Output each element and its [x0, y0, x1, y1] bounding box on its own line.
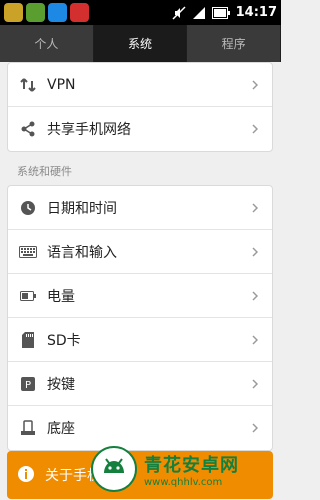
brand-logo-icon — [91, 446, 137, 492]
share-icon — [17, 118, 39, 140]
chevron-right-icon — [250, 422, 260, 434]
list-item-buttons[interactable]: P 按键 — [8, 362, 272, 406]
keyboard-icon — [17, 241, 39, 263]
chevron-right-icon — [250, 378, 260, 390]
svg-text:P: P — [25, 380, 31, 391]
sdcard-icon — [17, 329, 39, 351]
list-item-label: 日期和时间 — [47, 200, 117, 217]
watermark-text: 青花安卓网 www.qhhlv.com — [144, 451, 239, 488]
network-card: VPN 共享手机网络 — [7, 62, 273, 152]
list-item-label: 电量 — [47, 288, 75, 305]
mute-icon — [172, 5, 186, 20]
list-item-language-input[interactable]: 语言和输入 — [8, 230, 272, 274]
section-header: 系统和硬件 — [17, 165, 72, 178]
chevron-right-icon — [250, 202, 260, 214]
chevron-right-icon — [250, 290, 260, 302]
app-notification-icon — [26, 3, 45, 22]
list-item-label: VPN — [47, 76, 76, 93]
status-indicators: 14:17 — [172, 0, 277, 25]
key-icon: P — [17, 373, 39, 395]
signal-icon — [192, 6, 205, 19]
list-item-date-time[interactable]: 日期和时间 — [8, 186, 272, 230]
list-item-battery[interactable]: 电量 — [8, 274, 272, 318]
list-item-vpn[interactable]: VPN — [8, 63, 272, 107]
info-icon — [17, 465, 37, 485]
clock-icon — [17, 197, 39, 219]
chevron-right-icon — [250, 123, 260, 135]
tab-personal[interactable]: 个人 — [0, 25, 94, 62]
watermark-title: 青花安卓网 — [144, 454, 239, 476]
clock-time: 14:17 — [235, 5, 277, 20]
vpn-icon — [17, 74, 39, 96]
chevron-right-icon — [250, 246, 260, 258]
app-notification-icon — [70, 3, 89, 22]
list-item-label: 语言和输入 — [47, 244, 117, 261]
system-hardware-card: 日期和时间 语言和输入 电量 SD卡 P 按键 底座 — [7, 185, 273, 451]
battery-icon — [17, 285, 39, 307]
list-item-label: SD卡 — [47, 332, 81, 349]
app-notification-icon — [4, 3, 23, 22]
list-item-tethering[interactable]: 共享手机网络 — [8, 107, 272, 151]
list-item-label: 共享手机网络 — [47, 122, 131, 138]
dock-icon — [17, 417, 39, 439]
chevron-right-icon — [250, 334, 260, 346]
notification-icons — [4, 3, 89, 22]
settings-list: VPN 共享手机网络 系统和硬件 日期和时间 语言和输入 电量 SD卡 P 按键… — [0, 62, 281, 500]
status-bar: 14:17 — [0, 0, 281, 25]
tab-bar: 个人 系统 程序 — [0, 25, 282, 62]
chevron-right-icon — [250, 79, 260, 91]
tab-apps[interactable]: 程序 — [187, 25, 282, 62]
tab-system[interactable]: 系统 — [93, 25, 188, 62]
battery-status-icon — [211, 6, 230, 19]
list-item-label: 按键 — [47, 376, 75, 393]
app-notification-icon — [48, 3, 67, 22]
watermark-url: www.qhhlv.com — [144, 476, 223, 488]
list-item-label: 底座 — [47, 421, 75, 437]
watermark-overlay: 青花安卓网 www.qhhlv.com — [90, 438, 281, 500]
list-item-sd-card[interactable]: SD卡 — [8, 318, 272, 362]
